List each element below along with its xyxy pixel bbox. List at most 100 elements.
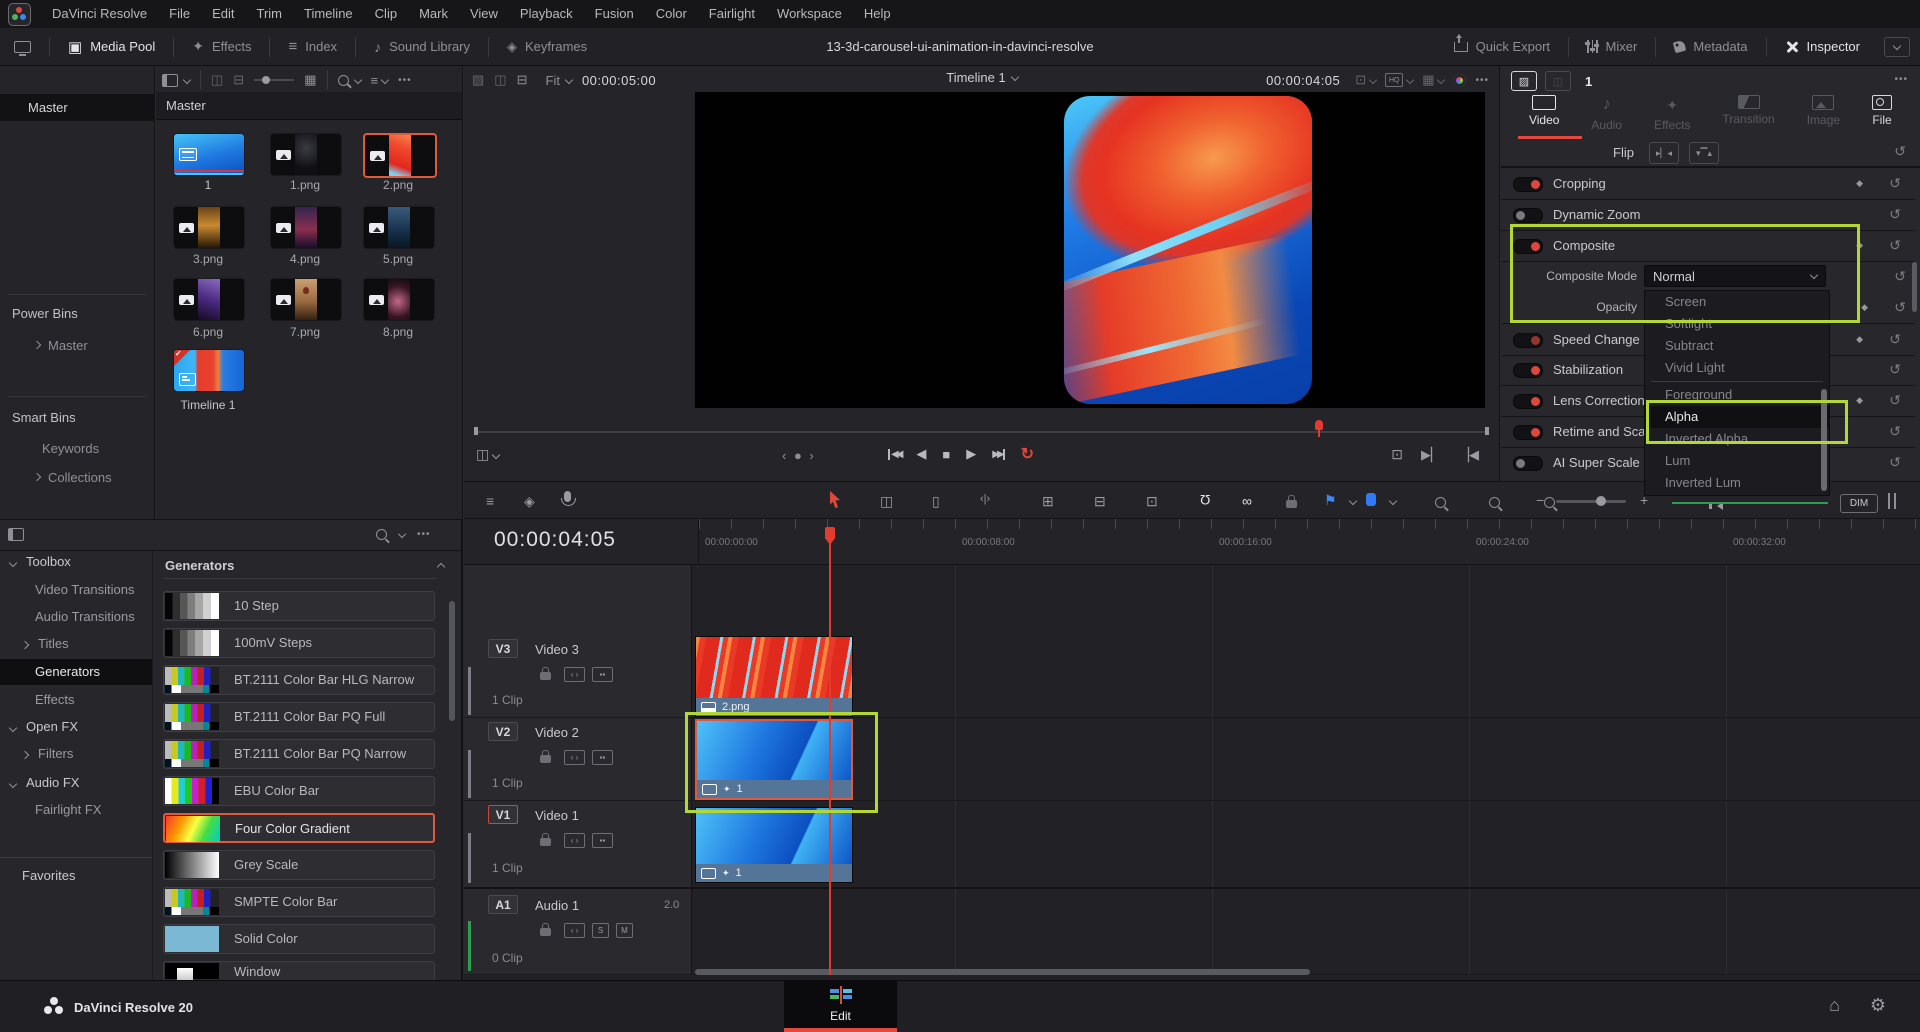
inspector-scrollbar[interactable] (1912, 262, 1917, 312)
image-options-icon[interactable]: ▦ (1422, 72, 1434, 88)
color-viewer-icon[interactable] (1453, 74, 1466, 87)
loop-button[interactable]: ↻ (1021, 444, 1034, 464)
link-clips-icon[interactable]: ∞ (1242, 493, 1252, 509)
flag-icon[interactable]: ⚑ (1324, 492, 1337, 509)
generator-bt2111-hlg-narrow[interactable]: BT.2111 Color Bar HLG Narrow (163, 665, 435, 695)
generator-10-step[interactable]: 10 Step (163, 591, 435, 621)
dropdown-scrollbar[interactable] (1821, 389, 1827, 491)
settings-gear-icon[interactable]: ⚙ (1870, 995, 1886, 1016)
generator-solid-color[interactable]: Solid Color (163, 924, 435, 954)
viewer-canvas[interactable] (695, 92, 1485, 408)
power-bins-master[interactable]: Master (34, 338, 88, 353)
dropdown-item-subtract[interactable]: Subtract (1645, 335, 1829, 357)
zoom-detail-icon[interactable] (1489, 497, 1500, 508)
menu-fusion[interactable]: Fusion (584, 0, 645, 28)
menu-clip[interactable]: Clip (364, 0, 408, 28)
media-clip-label[interactable]: 3.png (173, 252, 243, 266)
keyframe-icon[interactable]: ◆ (1856, 178, 1863, 189)
sidebar-item-generators[interactable]: Generators (0, 659, 152, 685)
sidebar-item-titles[interactable]: Titles (22, 636, 69, 651)
track-lock-icon[interactable] (540, 838, 551, 846)
timeline-scrollbar[interactable] (695, 969, 1310, 975)
loop-range-icon[interactable]: ⊡ (1391, 446, 1403, 463)
effects-options-icon[interactable]: ••• (417, 529, 431, 540)
inspector-tab-file[interactable]: File (1872, 95, 1892, 141)
dual-screen-icon[interactable] (14, 41, 31, 53)
bin-master[interactable]: Master (0, 94, 155, 121)
grid-view-icon[interactable]: ▦ (304, 72, 316, 88)
track-v1-name[interactable]: Video 1 (535, 808, 579, 823)
dropdown-item-inverted-alpha[interactable]: Inverted Alpha (1645, 428, 1829, 450)
zoom-slider[interactable] (1556, 500, 1626, 503)
media-timeline-label[interactable]: Timeline 1 (173, 398, 243, 412)
media-clip-timeline-thumb[interactable] (173, 133, 245, 176)
effects-search-icon[interactable] (376, 529, 387, 540)
flip-vertical-button[interactable]: ▾▔▴ (1689, 142, 1719, 164)
proxy-hq-icon[interactable]: HQ (1385, 73, 1403, 87)
solo-button[interactable]: S (592, 923, 609, 938)
viewer-options-icon[interactable]: ••• (1475, 75, 1489, 86)
track-lock-icon[interactable] (540, 928, 551, 936)
sound-library-button[interactable]: ♪Sound Library (360, 28, 484, 65)
generator-grey-scale[interactable]: Grey Scale (163, 850, 435, 880)
stabilization-toggle[interactable] (1513, 363, 1543, 378)
sidebar-item-open-fx[interactable]: Open FX (10, 719, 78, 734)
inspector-tab-video[interactable]: Video (1529, 95, 1559, 141)
media-clip-label[interactable]: 2.png (363, 178, 433, 192)
effects-button[interactable]: ✦Effects (178, 28, 265, 65)
menu-workspace[interactable]: Workspace (766, 0, 853, 28)
scrub-end-handle[interactable] (1485, 427, 1489, 435)
scrub-start-handle[interactable] (474, 427, 478, 435)
smart-bin-keywords[interactable]: Keywords (42, 441, 99, 456)
smart-bins-header[interactable]: Smart Bins (12, 410, 76, 425)
smart-bin-collections[interactable]: Collections (34, 470, 112, 485)
media-timeline-thumb[interactable]: ✓ (173, 349, 245, 392)
generator-window[interactable]: Window (163, 961, 435, 981)
sidebar-item-audio-transitions[interactable]: Audio Transitions (35, 609, 135, 624)
snapping-magnet-icon[interactable]: Ω (1200, 492, 1210, 508)
keyframe-icon[interactable]: ◆ (1861, 302, 1868, 313)
media-clip-label[interactable]: 7.png (270, 325, 340, 339)
clip-view-icon[interactable]: ◫ (211, 72, 223, 88)
reset-icon[interactable]: ↺ (1894, 268, 1906, 285)
auto-select-icon[interactable]: ‹ › (564, 923, 585, 938)
media-clip-thumb[interactable] (270, 278, 342, 321)
menu-edit[interactable]: Edit (201, 0, 245, 28)
zoom-full-icon[interactable] (1435, 497, 1446, 508)
meter-bars-icon[interactable] (1888, 493, 1896, 509)
reset-icon[interactable]: ↺ (1889, 175, 1901, 192)
playhead-line[interactable] (829, 543, 831, 975)
flip-horizontal-button[interactable]: ▸▏◂ (1649, 142, 1679, 164)
enable-track-icon[interactable]: ▪▪ (592, 750, 613, 765)
sidebar-item-audio-fx[interactable]: Audio FX (10, 775, 79, 790)
dynamic-zoom-toggle[interactable] (1513, 208, 1543, 223)
speed-change-toggle[interactable] (1513, 333, 1543, 348)
cropping-toggle[interactable] (1513, 177, 1543, 192)
dim-audio-button[interactable]: DIM (1840, 494, 1878, 513)
generator-four-color-gradient-selected[interactable]: Four Color Gradient (163, 813, 435, 843)
reset-icon[interactable]: ↺ (1889, 392, 1901, 409)
generator-ebu-color-bar[interactable]: EBU Color Bar (163, 776, 435, 806)
sidebar-item-favorites[interactable]: Favorites (22, 868, 75, 883)
track-v2-name[interactable]: Video 2 (535, 725, 579, 740)
track-v1-number-selected[interactable]: V1 (488, 805, 518, 824)
media-clip-thumb[interactable] (270, 133, 342, 176)
inspector-tab-audio[interactable]: ♪Audio (1591, 95, 1622, 141)
panel-collapse-button[interactable] (1884, 37, 1910, 57)
reset-icon[interactable]: ↺ (1894, 143, 1906, 160)
media-pool-options-icon[interactable]: ••• (398, 75, 412, 86)
track-v3-number[interactable]: V3 (488, 639, 518, 658)
jog-control[interactable]: ‹ ● › (782, 448, 816, 463)
mute-button[interactable]: M (616, 923, 633, 938)
collapse-generators-icon[interactable] (437, 563, 445, 571)
section-cropping[interactable]: Cropping ◆ ↺ (1501, 168, 1915, 200)
track-v2-number[interactable]: V2 (488, 722, 518, 741)
auto-select-icon[interactable]: ‹ › (564, 750, 585, 765)
zoom-out-icon[interactable]: − (1536, 492, 1544, 508)
inspector-tab-effects[interactable]: ✦Effects (1654, 95, 1690, 141)
track-v3-name[interactable]: Video 3 (535, 642, 579, 657)
sidebar-item-toolbox[interactable]: Toolbox (10, 554, 71, 569)
sidebar-item-filters[interactable]: Filters (22, 746, 73, 761)
menu-trim[interactable]: Trim (246, 0, 294, 28)
reset-icon[interactable]: ↺ (1894, 299, 1906, 316)
